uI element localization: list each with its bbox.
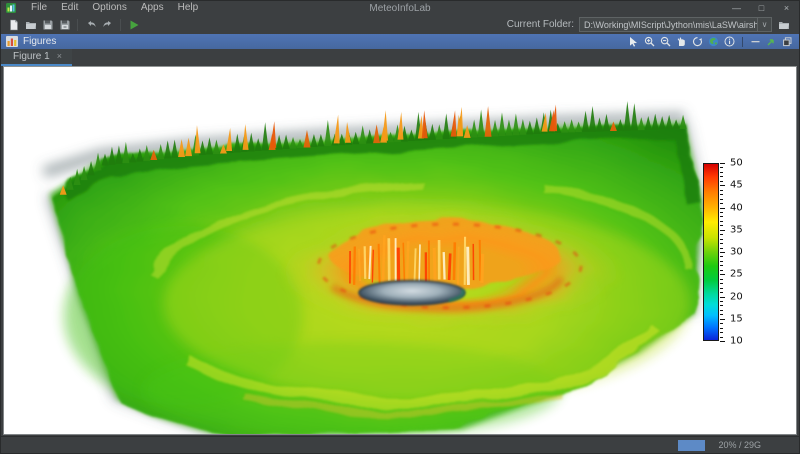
figure-area: 10 15 20 25 30 35 40 45 50 [1,66,799,436]
minimize-button[interactable]: — [724,1,749,15]
minimize-panel-icon[interactable] [749,35,762,48]
zoom-in-icon[interactable] [643,35,656,48]
toolbar-separator [77,18,78,31]
identify-info-icon[interactable] [723,35,736,48]
memory-usage-text: 20% / 29G [718,440,761,450]
chevron-down-icon[interactable]: ∨ [757,18,771,31]
figure-canvas[interactable]: 10 15 20 25 30 35 40 45 50 [3,66,797,435]
full-extent-globe-icon[interactable] [707,35,720,48]
redo-button[interactable] [99,16,116,33]
menu-apps[interactable]: Apps [134,1,171,15]
title-bar: File Edit Options Apps Help MeteoInfoLab… [1,1,799,15]
figures-toolbar [627,35,794,48]
menu-options[interactable]: Options [85,1,133,15]
zoom-out-icon[interactable] [659,35,672,48]
figures-chart-icon [6,36,18,47]
memory-usage-bar [678,439,706,451]
close-button[interactable]: × [774,1,799,15]
toolbar-separator [120,18,121,31]
app-window: File Edit Options Apps Help MeteoInfoLab… [0,0,800,454]
colorbar-gradient [703,163,719,341]
undo-button[interactable] [82,16,99,33]
colorbar: 10 15 20 25 30 35 40 45 50 [703,157,773,346]
browse-folder-button[interactable] [775,16,793,33]
status-bar: 20% / 29G [1,436,799,453]
tab-label: Figure 1 [13,51,50,62]
select-tool-icon[interactable] [627,35,640,48]
figures-toolbar-separator [742,36,743,47]
rotate-tool-icon[interactable] [691,35,704,48]
tab-figure-1[interactable]: Figure 1 × [1,49,72,66]
figure-tab-bar: Figure 1 × [1,49,799,66]
app-logo-icon [6,3,16,13]
run-script-button[interactable] [125,16,142,33]
menu-file[interactable]: File [24,1,54,15]
pan-tool-icon[interactable] [675,35,688,48]
figures-panel-header[interactable]: Figures [1,34,799,49]
current-folder-label: Current Folder: [506,19,574,30]
save-all-button[interactable] [56,16,73,33]
current-folder-value: D:\Working\MIScript\Jython\mis\LaSW\airs… [584,19,757,30]
dock-panel-icon[interactable] [781,35,794,48]
maximize-button[interactable]: □ [749,1,774,15]
float-panel-icon[interactable] [765,35,778,48]
new-file-button[interactable] [5,16,22,33]
hurricane-volume-plot [42,101,707,434]
save-button[interactable] [39,16,56,33]
menu-edit[interactable]: Edit [54,1,85,15]
tab-close-icon[interactable]: × [57,52,62,61]
current-folder-combobox[interactable]: D:\Working\MIScript\Jython\mis\LaSW\airs… [579,17,772,32]
window-controls: — □ × [724,1,799,15]
figures-panel-title: Figures [23,36,57,47]
main-toolbar: Current Folder: D:\Working\MIScript\Jyth… [1,15,799,34]
menu-help[interactable]: Help [171,1,206,15]
open-folder-button[interactable] [22,16,39,33]
